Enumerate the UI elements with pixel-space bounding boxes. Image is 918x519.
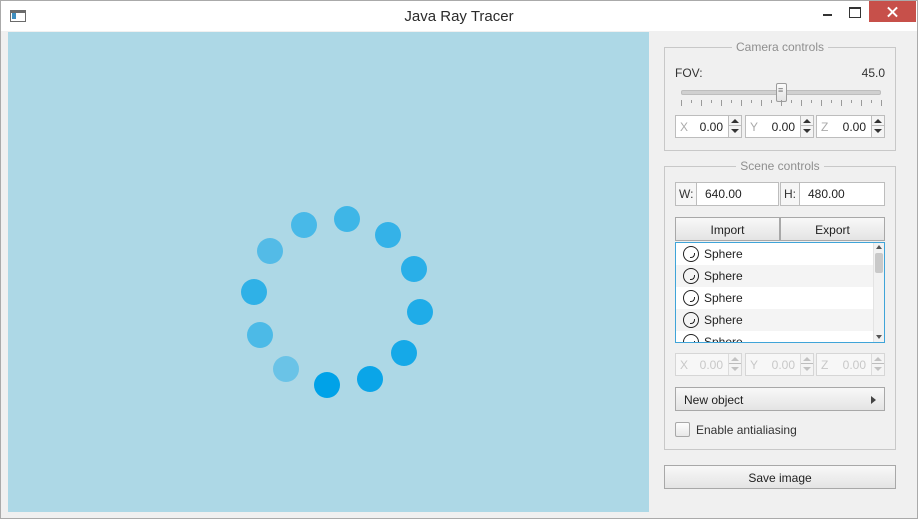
slider-tick bbox=[711, 100, 712, 103]
fov-value: 45.0 bbox=[861, 66, 885, 80]
close-button[interactable] bbox=[869, 1, 916, 22]
spinner-dot bbox=[273, 356, 300, 383]
slider-tick bbox=[751, 100, 752, 103]
antialiasing-checkbox[interactable] bbox=[675, 422, 690, 437]
maximize-button[interactable] bbox=[839, 1, 869, 23]
sphere-icon bbox=[683, 334, 699, 342]
sphere-icon bbox=[683, 246, 699, 262]
slider-tick bbox=[681, 100, 682, 106]
slider-tick bbox=[791, 100, 792, 103]
spinner-dot bbox=[401, 256, 428, 283]
object-y-spinner[interactable]: Y 0.00 bbox=[745, 353, 814, 376]
list-item[interactable]: Sphere bbox=[676, 265, 873, 287]
width-value: 640.00 bbox=[705, 187, 742, 201]
title-bar[interactable]: Java Ray Tracer bbox=[1, 1, 917, 31]
camera-controls-group: Camera controls FOV: 45.0 X 0.00 Y 0.00 … bbox=[664, 40, 896, 151]
decrement-icon[interactable] bbox=[872, 126, 884, 136]
window-title: Java Ray Tracer bbox=[404, 8, 514, 25]
scrollbar-thumb[interactable] bbox=[875, 253, 883, 273]
fov-slider[interactable] bbox=[681, 82, 882, 112]
list-item[interactable]: Sphere bbox=[676, 309, 873, 331]
increment-icon[interactable] bbox=[872, 354, 884, 364]
spinner-dot bbox=[313, 372, 340, 399]
spinner-dot bbox=[291, 211, 318, 238]
spinner-dot bbox=[246, 321, 273, 348]
decrement-icon[interactable] bbox=[801, 126, 813, 136]
sphere-icon bbox=[683, 312, 699, 328]
camera-y-spinner[interactable]: Y 0.00 bbox=[745, 115, 814, 138]
object-z-spinner[interactable]: Z 0.00 bbox=[816, 353, 885, 376]
slider-tick bbox=[881, 100, 882, 106]
spinner-dot bbox=[240, 278, 267, 305]
increment-icon[interactable] bbox=[801, 116, 813, 126]
slider-tick bbox=[701, 100, 702, 106]
spinner-dot bbox=[256, 238, 283, 265]
scroll-up-icon[interactable] bbox=[876, 245, 882, 249]
camera-controls-legend: Camera controls bbox=[731, 40, 829, 54]
spinner-dot bbox=[334, 205, 361, 232]
save-image-button[interactable]: Save image bbox=[664, 465, 896, 489]
slider-tick bbox=[851, 100, 852, 103]
antialiasing-label[interactable]: Enable antialiasing bbox=[696, 423, 797, 437]
import-button[interactable]: Import bbox=[675, 217, 780, 241]
increment-icon[interactable] bbox=[729, 354, 741, 364]
decrement-icon[interactable] bbox=[729, 364, 741, 374]
camera-z-spinner[interactable]: Z 0.00 bbox=[816, 115, 885, 138]
object-x-spinner[interactable]: X 0.00 bbox=[675, 353, 742, 376]
increment-icon[interactable] bbox=[729, 116, 741, 126]
slider-tick bbox=[691, 100, 692, 103]
list-item[interactable]: Sphere bbox=[676, 331, 873, 342]
list-item[interactable]: Sphere bbox=[676, 287, 873, 309]
control-panel: Camera controls FOV: 45.0 X 0.00 Y 0.00 … bbox=[650, 32, 911, 512]
width-label: W: bbox=[676, 183, 698, 205]
slider-tick bbox=[721, 100, 722, 106]
spinner-dot bbox=[356, 366, 383, 393]
scene-object-list[interactable]: Sphere Sphere Sphere Sphere Sphere bbox=[675, 242, 885, 343]
slider-tick bbox=[801, 100, 802, 106]
app-window: Java Ray Tracer Camera controls FOV: 45.… bbox=[0, 0, 918, 519]
new-object-menu-button[interactable]: New object bbox=[675, 387, 885, 411]
scene-controls-legend: Scene controls bbox=[736, 159, 824, 173]
increment-icon[interactable] bbox=[872, 116, 884, 126]
slider-tick bbox=[831, 100, 832, 103]
scroll-down-icon[interactable] bbox=[876, 335, 882, 339]
slider-tick bbox=[871, 100, 872, 103]
slider-tick bbox=[731, 100, 732, 103]
slider-tick bbox=[841, 100, 842, 106]
slider-tick bbox=[781, 100, 782, 106]
decrement-icon[interactable] bbox=[872, 364, 884, 374]
increment-icon[interactable] bbox=[801, 354, 813, 364]
slider-tick bbox=[821, 100, 822, 106]
height-field[interactable]: H: 480.00 bbox=[780, 182, 885, 206]
sphere-icon bbox=[683, 268, 699, 284]
render-preview-area bbox=[8, 32, 649, 512]
slider-tick bbox=[761, 100, 762, 106]
fov-label: FOV: bbox=[675, 66, 703, 80]
new-object-label: New object bbox=[684, 393, 744, 407]
export-button[interactable]: Export bbox=[780, 217, 885, 241]
slider-tick bbox=[861, 100, 862, 106]
spinner-dot bbox=[374, 221, 401, 248]
list-scrollbar[interactable] bbox=[873, 243, 884, 342]
decrement-icon[interactable] bbox=[729, 126, 741, 136]
width-field[interactable]: W: 640.00 bbox=[675, 182, 779, 206]
decrement-icon[interactable] bbox=[801, 364, 813, 374]
spinner-dot bbox=[407, 299, 434, 326]
spinner-dot bbox=[391, 339, 418, 366]
height-label: H: bbox=[781, 183, 800, 205]
submenu-arrow-icon bbox=[871, 396, 876, 404]
camera-x-spinner[interactable]: X 0.00 bbox=[675, 115, 742, 138]
height-value: 480.00 bbox=[808, 187, 845, 201]
slider-tick bbox=[811, 100, 812, 103]
list-item[interactable]: Sphere bbox=[676, 243, 873, 265]
sphere-icon bbox=[683, 290, 699, 306]
slider-tick bbox=[771, 100, 772, 103]
slider-tick bbox=[741, 100, 742, 106]
loading-spinner-icon bbox=[8, 32, 649, 512]
